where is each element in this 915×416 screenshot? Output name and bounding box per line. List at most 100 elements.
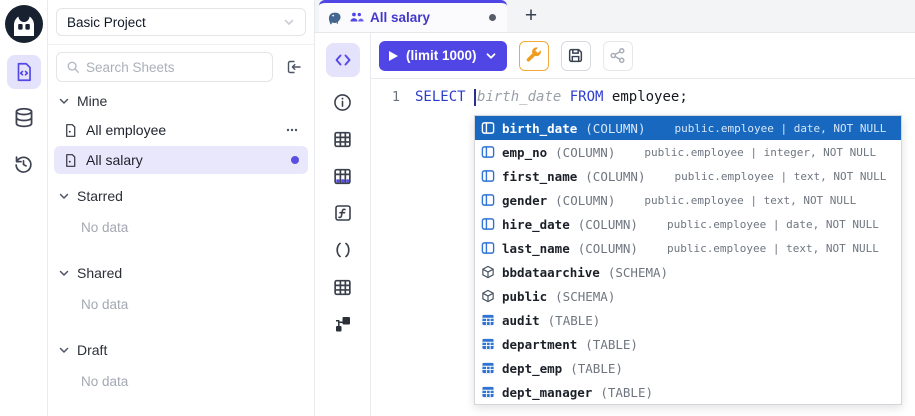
column-icon bbox=[481, 241, 495, 255]
section-shared-header[interactable]: Shared bbox=[54, 260, 308, 286]
table-icon bbox=[481, 385, 495, 399]
sheets-tree: Mine All employee bbox=[48, 86, 314, 405]
autocomplete-item[interactable]: audit (TABLE) bbox=[475, 308, 901, 332]
parentheses-icon bbox=[333, 240, 353, 260]
save-icon bbox=[567, 47, 584, 64]
section-label: Starred bbox=[77, 188, 123, 204]
unsaved-dot bbox=[291, 156, 299, 164]
code-view-button[interactable] bbox=[326, 43, 360, 77]
wrench-icon bbox=[525, 47, 542, 64]
autocomplete-item[interactable]: birth_date (COLUMN) public.employee | da… bbox=[475, 116, 901, 140]
sheet-item-all-salary[interactable]: All salary bbox=[54, 146, 308, 174]
line-number: 1 bbox=[371, 89, 415, 105]
info-panel-button[interactable] bbox=[331, 90, 355, 114]
tab-all-salary[interactable]: All salary bbox=[319, 0, 507, 32]
sheet-file-icon bbox=[63, 153, 78, 168]
autocomplete-popup: birth_date (COLUMN) public.employee | da… bbox=[474, 115, 902, 405]
sql-text: employee; bbox=[612, 89, 688, 105]
table-highlight-icon bbox=[332, 166, 353, 187]
tab-unsaved-dot bbox=[489, 14, 496, 21]
search-icon bbox=[66, 60, 80, 74]
empty-state: No data bbox=[54, 209, 308, 251]
app-rail bbox=[0, 0, 48, 416]
autocomplete-item[interactable]: public (SCHEMA) bbox=[475, 284, 901, 308]
editor-icon-rail bbox=[315, 33, 371, 416]
autocomplete-item[interactable]: department (TABLE) bbox=[475, 332, 901, 356]
autocomplete-item[interactable]: hire_date (COLUMN) public.employee | dat… bbox=[475, 212, 901, 236]
table-grid-icon bbox=[332, 277, 353, 298]
section-mine[interactable]: Mine bbox=[54, 88, 308, 114]
snippets-panel-button[interactable] bbox=[331, 238, 355, 262]
autocomplete-item[interactable]: dept_manager (TABLE) bbox=[475, 380, 901, 404]
empty-state: No data bbox=[54, 286, 308, 328]
project-selector[interactable]: Basic Project bbox=[56, 8, 306, 36]
function-icon bbox=[333, 203, 353, 223]
sql-keyword: SELECT bbox=[415, 89, 466, 105]
tab-strip: All salary + bbox=[315, 0, 915, 33]
project-name: Basic Project bbox=[67, 15, 146, 30]
editor-column: (limit 1000) bbox=[371, 33, 915, 416]
column-icon bbox=[481, 217, 495, 231]
new-tab-button[interactable]: + bbox=[516, 1, 546, 31]
column-icon bbox=[481, 193, 495, 207]
run-query-button[interactable]: (limit 1000) bbox=[379, 41, 507, 71]
format-sql-button[interactable] bbox=[519, 41, 549, 71]
work-row: (limit 1000) bbox=[315, 33, 915, 416]
empty-state: No data bbox=[54, 363, 308, 405]
autocomplete-item[interactable]: dept_emp (TABLE) bbox=[475, 356, 901, 380]
search-row bbox=[48, 45, 314, 86]
sql-keyword: FROM bbox=[570, 89, 604, 105]
code-line-1: 1 SELECT birth_date FROM employee; bbox=[371, 87, 915, 107]
sheets-nav-button[interactable] bbox=[7, 55, 41, 89]
database-icon bbox=[13, 107, 35, 129]
autocomplete-item[interactable]: emp_no (COLUMN) public.employee | intege… bbox=[475, 140, 901, 164]
import-sheet-button[interactable] bbox=[280, 54, 306, 80]
schema-diagram-button[interactable] bbox=[331, 312, 355, 336]
history-nav-button[interactable] bbox=[7, 147, 41, 181]
result-table-panel-button[interactable] bbox=[331, 275, 355, 299]
autocomplete-item[interactable]: first_name (COLUMN) public.employee | te… bbox=[475, 164, 901, 188]
sheet-item-all-employee[interactable]: All employee bbox=[54, 116, 308, 144]
share-sheet-button[interactable] bbox=[603, 41, 633, 71]
autocomplete-item[interactable]: bbdataarchive (SCHEMA) bbox=[475, 260, 901, 284]
databases-nav-button[interactable] bbox=[7, 101, 41, 135]
bytebase-logo[interactable] bbox=[5, 5, 43, 43]
schema-diagram-icon bbox=[333, 314, 353, 334]
main-region: All salary + bbox=[315, 0, 915, 416]
play-icon bbox=[389, 51, 398, 61]
table-icon bbox=[481, 313, 495, 327]
chevron-down-icon bbox=[58, 344, 70, 356]
sheet-file-icon bbox=[63, 123, 78, 138]
schema-icon bbox=[481, 289, 495, 303]
tables-panel-button[interactable] bbox=[331, 127, 355, 151]
section-draft-header[interactable]: Draft bbox=[54, 337, 308, 363]
sql-editor-app: Basic Project bbox=[0, 0, 915, 416]
autocomplete-item[interactable]: gender (COLUMN) public.employee | text, … bbox=[475, 188, 901, 212]
search-sheets-input[interactable] bbox=[86, 60, 263, 75]
more-options-icon[interactable] bbox=[285, 123, 299, 137]
section-label: Mine bbox=[77, 93, 107, 109]
ghost-suggestion: birth_date bbox=[477, 89, 561, 105]
info-icon bbox=[332, 92, 353, 113]
shared-users-icon bbox=[349, 10, 364, 25]
code-file-icon bbox=[13, 61, 35, 83]
chevron-down-icon[interactable] bbox=[485, 50, 497, 62]
section-starred-header[interactable]: Starred bbox=[54, 183, 308, 209]
save-sheet-button[interactable] bbox=[561, 41, 591, 71]
autocomplete-item[interactable]: last_name (COLUMN) public.employee | tex… bbox=[475, 236, 901, 260]
schema-icon bbox=[481, 265, 495, 279]
postgresql-icon bbox=[327, 10, 343, 26]
share-icon bbox=[609, 47, 626, 64]
tab-label: All salary bbox=[370, 10, 430, 25]
project-row: Basic Project bbox=[48, 0, 314, 45]
sheet-item-label: All salary bbox=[86, 152, 143, 168]
chevron-down-icon bbox=[58, 267, 70, 279]
run-label: (limit 1000) bbox=[406, 48, 477, 63]
chevron-down-icon bbox=[283, 16, 295, 28]
table-grid-icon bbox=[332, 129, 353, 150]
functions-panel-button[interactable] bbox=[331, 201, 355, 225]
import-icon bbox=[284, 58, 302, 76]
sheet-data-panel-button[interactable] bbox=[331, 164, 355, 188]
history-icon bbox=[13, 154, 34, 175]
text-cursor bbox=[474, 89, 476, 106]
